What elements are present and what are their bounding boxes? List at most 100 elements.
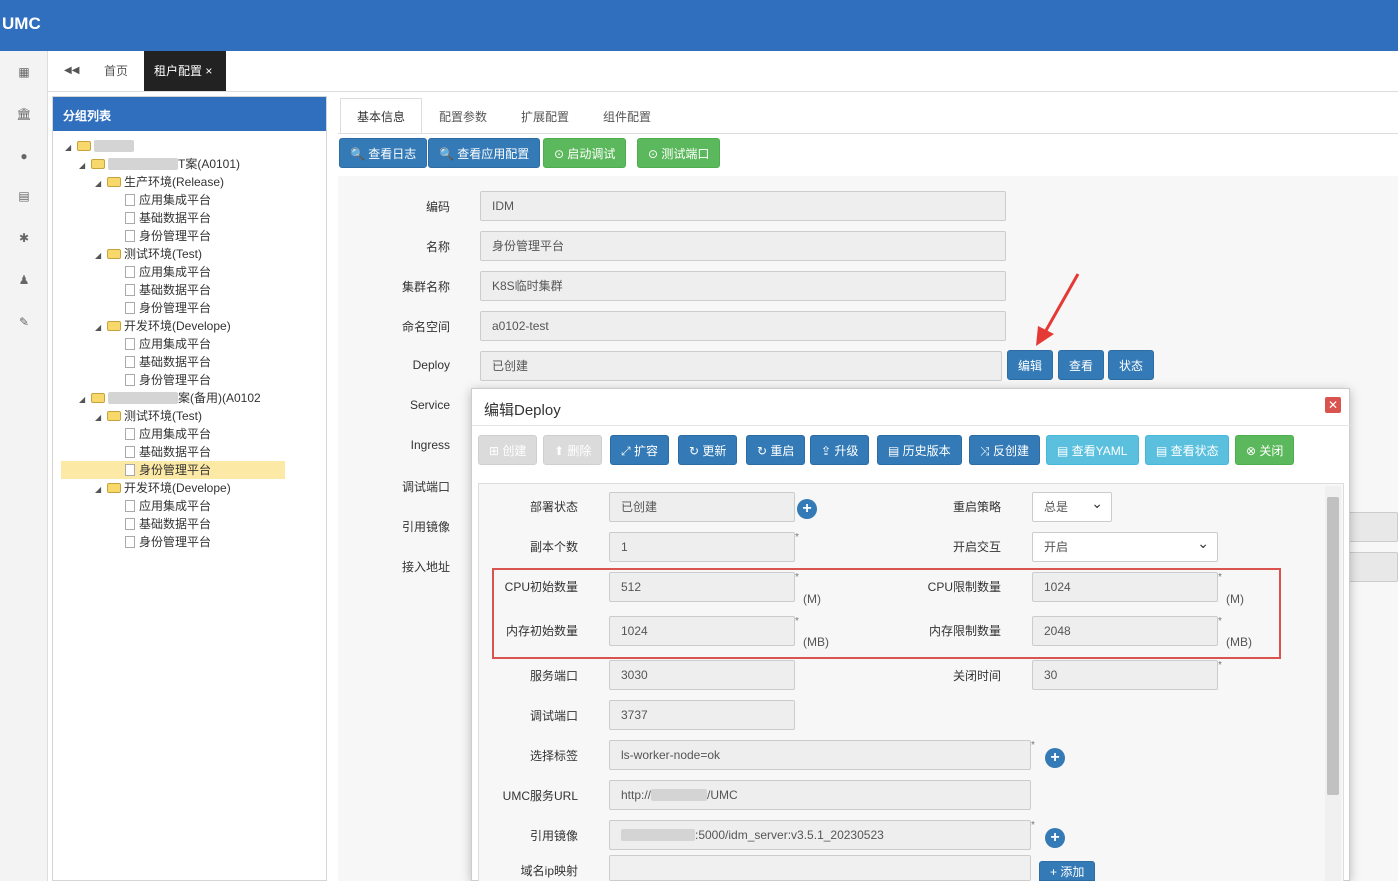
- tab-close-icon[interactable]: ×: [205, 64, 212, 78]
- tree-leaf-node[interactable]: 应用集成平台: [125, 191, 211, 209]
- name-label: 名称: [425, 240, 450, 254]
- view-app-config-button[interactable]: 🔍 查看应用配置: [428, 138, 541, 168]
- debug-port-field[interactable]: 3737: [609, 700, 795, 730]
- tree-leaf-node[interactable]: 应用集成平台: [125, 335, 211, 353]
- dialog-scroll-thumb[interactable]: [1327, 497, 1339, 795]
- access-field-edge[interactable]: [1348, 552, 1398, 582]
- interactive-select[interactable]: 开启: [1032, 532, 1218, 562]
- tab-home[interactable]: 首页: [94, 51, 138, 91]
- create-button[interactable]: ⊞ 创建: [478, 435, 538, 465]
- tree-toggle-icon[interactable]: ◢: [95, 319, 107, 337]
- tree-leaf-node[interactable]: 基础数据平台: [125, 209, 211, 227]
- view-status-button[interactable]: ▤ 查看状态: [1145, 435, 1229, 465]
- tree-leaf-node[interactable]: 身份管理平台: [125, 533, 211, 551]
- gear-icon[interactable]: ✱: [0, 219, 48, 257]
- bank-icon[interactable]: 🏛: [0, 95, 48, 133]
- tree-toggle-icon[interactable]: ◢: [79, 157, 91, 175]
- table-icon[interactable]: ▤: [0, 177, 48, 215]
- document-icon: [125, 266, 135, 278]
- tree-leaf-node[interactable]: 应用集成平台: [125, 425, 211, 443]
- users-icon[interactable]: ♟: [0, 261, 48, 299]
- hostmap-textarea[interactable]: [609, 855, 1031, 881]
- service-port-field[interactable]: 3030: [609, 660, 795, 690]
- tree-folder-node[interactable]: ◢ 开发环境(Develope): [95, 317, 231, 335]
- dialog-close-icon[interactable]: ✕: [1325, 397, 1341, 413]
- umc-url-field[interactable]: http:// /UMC: [609, 780, 1031, 810]
- restart-button[interactable]: ↻ 重启: [746, 435, 806, 465]
- deploy-edit-button[interactable]: 编辑: [1007, 350, 1054, 380]
- dialog-image-field[interactable]: :5000/idm_server:v3.5.1_20230523: [609, 820, 1031, 850]
- tree-folder-node[interactable]: ◢: [65, 137, 134, 155]
- tree-leaf-node[interactable]: 身份管理平台: [125, 227, 211, 245]
- dialog-close-button[interactable]: ⊗ 关闭: [1235, 435, 1295, 465]
- upgrade-button[interactable]: ⇪ 升级: [810, 435, 870, 465]
- replicas-field[interactable]: 1: [609, 532, 795, 562]
- tree-leaf-node[interactable]: 基础数据平台: [125, 515, 211, 533]
- tree-leaf-node[interactable]: 基础数据平台: [125, 281, 211, 299]
- add-hostmap-button[interactable]: + 添加: [1039, 861, 1096, 881]
- replicas-label: 副本个数: [529, 540, 578, 554]
- tree-leaf-node[interactable]: 基础数据平台: [125, 443, 211, 461]
- add-selector-icon[interactable]: +: [1045, 748, 1065, 768]
- app-logo: UMC: [2, 14, 41, 33]
- tree-leaf-node[interactable]: 身份管理平台: [61, 461, 285, 479]
- deploy-field[interactable]: 已创建: [480, 351, 1002, 381]
- tree-toggle-icon[interactable]: ◢: [65, 139, 77, 157]
- service-port-label: 服务端口: [529, 669, 578, 683]
- code-field[interactable]: IDM: [480, 191, 1006, 221]
- tab-component-config[interactable]: 组件配置: [586, 98, 668, 134]
- document-icon: [125, 284, 135, 296]
- scale-button[interactable]: ⤢ 扩容: [610, 435, 669, 465]
- tree-leaf-node[interactable]: 基础数据平台: [125, 353, 211, 371]
- tree-leaf-node[interactable]: 应用集成平台: [125, 263, 211, 281]
- folder-icon: [107, 483, 121, 493]
- close-time-field[interactable]: 30: [1032, 660, 1218, 690]
- tree-folder-node[interactable]: ◢ 生产环境(Release): [95, 173, 224, 191]
- restart-policy-select[interactable]: 总是: [1032, 492, 1112, 522]
- recreate-button[interactable]: ⤨ 反创建: [969, 435, 1040, 465]
- cluster-field[interactable]: K8S临时集群: [480, 271, 1006, 301]
- tab-back-icon[interactable]: ◀◀: [54, 51, 89, 91]
- tree-toggle-icon[interactable]: ◢: [95, 481, 107, 499]
- start-debug-label: 启动调试: [567, 147, 616, 161]
- history-button[interactable]: ▤ 历史版本: [877, 435, 962, 465]
- tab-tenant-config[interactable]: 租户配置 ×: [144, 51, 226, 91]
- update-button[interactable]: ↻ 更新: [678, 435, 738, 465]
- deploy-status-field[interactable]: 已创建: [609, 492, 795, 522]
- redacted-host: [651, 789, 708, 801]
- tree-toggle-icon[interactable]: ◢: [95, 175, 107, 193]
- view-log-button[interactable]: 🔍 查看日志: [339, 138, 428, 168]
- deploy-status-button[interactable]: 状态: [1108, 350, 1155, 380]
- eye-icon[interactable]: ●: [0, 137, 48, 175]
- selector-field[interactable]: ls-worker-node=ok: [609, 740, 1031, 770]
- namespace-field[interactable]: a0102-test: [480, 311, 1006, 341]
- tree-folder-node[interactable]: ◢ 测试环境(Test): [95, 245, 202, 263]
- deploy-view-button[interactable]: 查看: [1058, 350, 1105, 380]
- tree-toggle-icon[interactable]: ◢: [95, 409, 107, 427]
- test-port-button[interactable]: ⊙ 测试端口: [637, 138, 721, 168]
- name-field[interactable]: 身份管理平台: [480, 231, 1006, 261]
- tab-config-params[interactable]: 配置参数: [422, 98, 504, 134]
- tab-extended-config[interactable]: 扩展配置: [504, 98, 586, 134]
- tree-toggle-icon[interactable]: ◢: [95, 247, 107, 265]
- tree-toggle-icon[interactable]: ◢: [79, 391, 91, 409]
- tree-folder-node[interactable]: ◢ T案(A0101): [79, 155, 240, 173]
- start-debug-button[interactable]: ⊙ 启动调试: [543, 138, 627, 168]
- tree-leaf-node[interactable]: 身份管理平台: [125, 371, 211, 389]
- add-image-icon[interactable]: +: [1045, 828, 1065, 848]
- tree-node-label: 基础数据平台: [139, 211, 212, 225]
- view-yaml-button[interactable]: ▤ 查看YAML: [1046, 435, 1139, 465]
- tree-leaf-node[interactable]: 应用集成平台: [125, 497, 211, 515]
- tree-folder-node[interactable]: ◢ 案(备用)(A0102: [79, 389, 261, 407]
- tab-basic-info[interactable]: 基本信息: [340, 98, 423, 134]
- tree-leaf-node[interactable]: 身份管理平台: [125, 299, 211, 317]
- delete-button[interactable]: ⬆ 删除: [543, 435, 603, 465]
- add-status-icon[interactable]: +: [797, 499, 817, 519]
- tree-folder-node[interactable]: ◢ 开发环境(Develope): [95, 479, 231, 497]
- dashboard-icon[interactable]: ▦: [0, 53, 48, 91]
- wrench-icon[interactable]: ✎: [0, 303, 48, 341]
- red-arrow-annotation: [1036, 273, 1080, 346]
- highlight-annotation-box: [492, 568, 1281, 659]
- image-field-edge[interactable]: [1348, 512, 1398, 542]
- tree-folder-node[interactable]: ◢ 测试环境(Test): [95, 407, 202, 425]
